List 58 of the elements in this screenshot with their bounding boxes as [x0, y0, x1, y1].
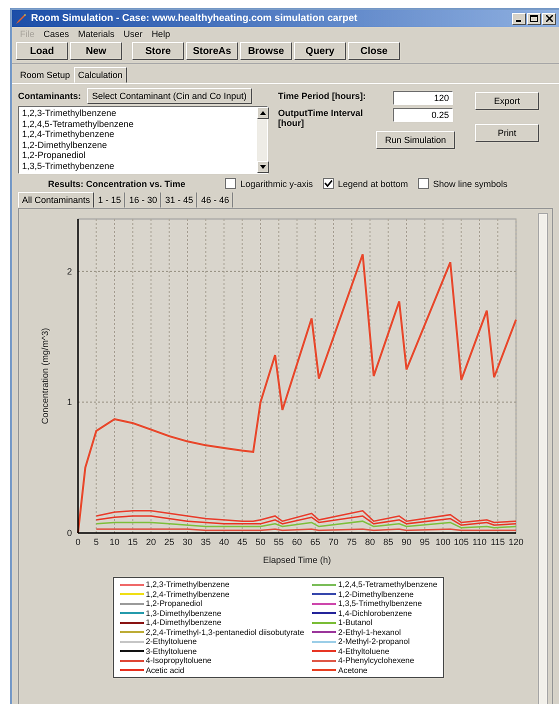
checkbox-label: Logarithmic y-axis: [240, 178, 313, 188]
x-tick-label: 50: [255, 537, 265, 547]
x-tick-label: 40: [218, 537, 228, 547]
legend-label: 2,2,4-Trimethyl-1,3-pentanediol diisobutyrate: [146, 628, 304, 637]
x-tick-label: 115: [490, 537, 504, 547]
legend-label: 3-Ethyltoluene: [146, 646, 197, 656]
x-tick-label: 110: [472, 537, 486, 547]
x-tick-label: 100: [434, 537, 450, 547]
legend-label: 4-Ethyltoluene: [338, 646, 390, 656]
results-title: Results: Concentration vs. Time: [48, 178, 186, 188]
legend-label: 1,2,4-Trimethylbenzene: [146, 590, 230, 599]
legend-label: 1,2,4,5-Tetramethylbenzene: [338, 580, 438, 590]
legend-label: 1-Butanol: [338, 618, 372, 628]
checkbox-label: Show line symbols: [432, 178, 508, 188]
legend-label: 4-Isopropyltoluene: [146, 656, 212, 666]
x-tick-label: 65: [310, 537, 320, 547]
y-tick-label: 1: [66, 397, 72, 408]
legend-label: 1,2-Propanediol: [146, 599, 202, 608]
y-axis-title: Concentration (mg/m^3): [40, 328, 50, 424]
checkbox-label: Legend at bottom: [338, 178, 408, 188]
x-tick-label: 45: [236, 537, 247, 547]
y-tick-label: 0: [66, 528, 72, 538]
legend-label: 1,4-Dichlorobenzene: [338, 608, 412, 618]
legend-label: Acetic acid: [146, 666, 184, 675]
legend-label: Acetone: [338, 666, 368, 675]
legend-label: 2-Methyl-2-propanol: [338, 637, 410, 646]
y-tick-label: 2: [66, 266, 72, 276]
window-title: Room Simulation - Case: www.healthyheating.com simulation carpet: [31, 13, 358, 24]
x-tick-label: 120: [508, 537, 524, 547]
legend-label: 1,3-Dimethylbenzene: [146, 608, 222, 618]
x-tick-label: 30: [182, 537, 192, 547]
legend-label: 2-Ethyltoluene: [146, 637, 197, 646]
legend-label: 1,2-Dimethylbenzene: [338, 590, 414, 599]
output-interval-label: OutputTime Interval [hour]: [278, 108, 364, 128]
x-tick-label: 75: [346, 537, 356, 547]
x-tick-label: 60: [292, 537, 302, 547]
legend-label: 2-Ethyl-1-hexanol: [338, 628, 401, 637]
x-tick-label: 90: [401, 537, 411, 547]
x-tick-label: 15: [127, 537, 138, 547]
legend-label: 1,3,5-Trimethylbenzene: [338, 599, 422, 608]
x-tick-label: 70: [328, 537, 338, 547]
x-tick-label: 5: [93, 537, 98, 547]
x-tick-label: 95: [419, 537, 430, 547]
legend-label: 1,4-Dimethylbenzene: [146, 618, 222, 628]
x-tick-label: 80: [364, 537, 374, 547]
x-tick-label: 55: [273, 537, 284, 547]
x-tick-label: 105: [453, 537, 468, 547]
x-tick-label: 35: [200, 537, 210, 547]
x-tick-label: 0: [75, 537, 80, 547]
legend-label: 1,2,3-Trimethylbenzene: [146, 580, 230, 590]
x-tick-label: 20: [146, 537, 156, 547]
x-tick-label: 85: [382, 537, 393, 547]
contaminants-label: Contaminants:: [18, 91, 81, 101]
time-period-label: Time Period [hours]:: [278, 91, 367, 101]
x-axis-title: Elapsed Time (h): [262, 555, 331, 565]
legend-label: 4-Phenylcyclohexene: [338, 656, 414, 666]
x-tick-label: 25: [164, 537, 174, 547]
x-tick-label: 10: [109, 537, 119, 547]
